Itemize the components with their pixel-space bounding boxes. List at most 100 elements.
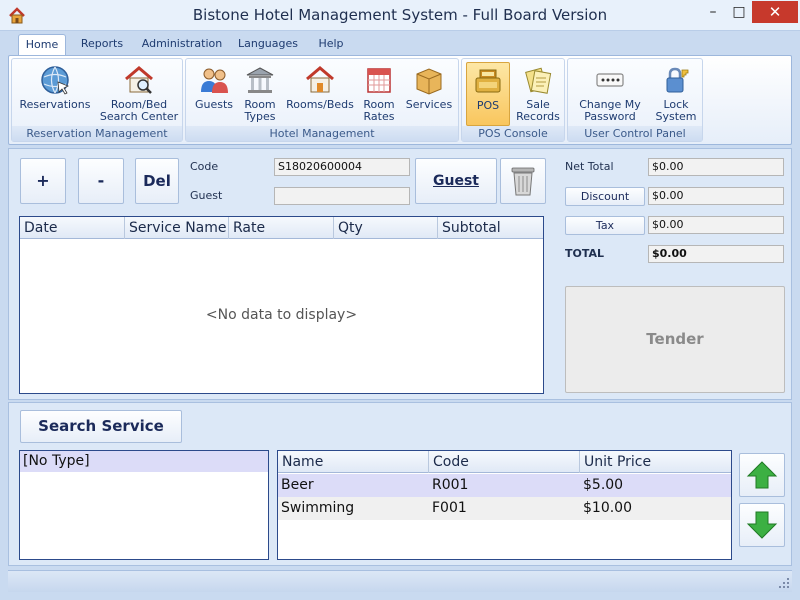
tab-languages[interactable]: Languages [234,34,302,56]
total-field: $0.00 [648,245,784,263]
column-date[interactable]: Date [20,217,125,239]
users-icon [201,68,228,93]
discount-field: $0.00 [648,187,784,205]
window-title: Bistone Hotel Management System - Full B… [192,6,608,24]
search-service-button[interactable]: Search Service [20,410,182,443]
tax-field: $0.00 [648,216,784,234]
building-icon [246,67,274,93]
discount-button[interactable]: Discount [565,187,645,206]
pos-label-1: POS [476,99,500,112]
tab-administration[interactable]: Administration [138,34,226,56]
guests-button[interactable]: Guests [192,62,236,126]
cash-register-icon [475,69,501,93]
service-name-cell: Swimming [281,500,355,516]
status-bar [8,570,792,592]
ribbon-tabs: Home Reports Administration Languages He… [8,32,792,56]
pos-button[interactable]: POS [466,62,510,126]
net-total-field: $0.00 [648,158,784,176]
order-grid[interactable]: Date Service Name Rate Qty Subtotal <No … [19,216,544,394]
code-label: Code [190,160,219,173]
remove-item-button[interactable]: - [78,158,124,204]
tab-home[interactable]: Home [18,34,66,56]
services-label-1: Services [405,98,453,111]
column-code[interactable]: Code [429,451,580,473]
room-bed-search-button[interactable]: Room/Bed Search Center [98,62,180,126]
column-unit-price[interactable]: Unit Price [580,451,731,473]
room-rates-label-2: Rates [363,110,395,123]
trash-button[interactable] [500,158,546,204]
arrow-up-icon [746,461,778,489]
trash-icon [511,167,535,196]
add-item-button[interactable]: + [20,158,66,204]
globe-icon [41,66,69,95]
room-types-label-2: Types [244,110,276,123]
resize-grip-icon[interactable] [778,577,790,589]
guest-label: Guest [190,189,223,202]
column-name[interactable]: Name [278,451,429,473]
box-icon [416,68,442,95]
change-password-button[interactable]: Change My Password [572,62,648,126]
total-label: TOTAL [565,247,605,260]
ribbon: Reservations Room/Bed Search Center Rese… [8,55,792,145]
house-icon [306,66,334,93]
room-types-button[interactable]: Room Types [238,62,282,126]
close-button[interactable]: ✕ [752,1,798,23]
service-grid[interactable]: Name Code Unit Price Beer R001 $5.00 Swi… [277,450,732,560]
minimize-button[interactable]: – [700,1,726,23]
lock-system-button[interactable]: Lock System [652,62,700,126]
table-row[interactable]: Swimming F001 $10.00 [278,497,731,520]
move-up-button[interactable] [739,453,785,497]
service-type-list[interactable]: [No Type] [19,450,269,560]
service-grid-header: Name Code Unit Price [278,451,731,473]
maximize-button[interactable]: □ [726,1,752,23]
group-label-hotel: Hotel Management [186,126,458,141]
arrow-down-icon [746,511,778,539]
guest-field[interactable] [274,187,410,205]
order-grid-header: Date Service Name Rate Qty Subtotal [20,217,543,239]
rooms-beds-button[interactable]: Rooms/Beds [286,62,354,126]
service-code-cell: F001 [432,500,467,516]
password-icon [596,73,624,87]
net-total-label: Net Total [565,160,614,173]
table-row[interactable]: Beer R001 $5.00 [278,474,731,497]
group-pos-console: POS Sale Records POS Console [461,58,565,142]
receipts-icon [525,67,552,94]
move-down-button[interactable] [739,503,785,547]
group-user-control-panel: Change My Password Lock System User Cont… [567,58,703,142]
tender-button[interactable]: Tender [565,286,785,393]
service-type-item[interactable]: [No Type] [20,451,268,472]
services-button[interactable]: Services [404,62,454,126]
title-bar: Bistone Hotel Management System - Full B… [0,0,800,31]
tab-reports[interactable]: Reports [74,34,130,56]
lock-system-label-2: System [655,110,697,123]
service-code-cell: R001 [432,477,469,493]
pos-panel: + - Del Code S18020600004 Guest Guest Da… [8,148,792,400]
tax-button[interactable]: Tax [565,216,645,235]
group-label-pos: POS Console [462,126,564,141]
guest-button[interactable]: Guest [415,158,497,204]
calendar-icon [367,68,391,93]
service-price-cell: $10.00 [583,500,632,516]
reservations-button[interactable]: Reservations [16,62,94,126]
house-search-icon [125,66,153,94]
services-panel: Search Service [No Type] Name Code Unit … [8,402,792,566]
group-label-reservation: Reservation Management [12,126,182,141]
guests-label-1: Guests [194,98,234,111]
delete-item-button[interactable]: Del [135,158,179,204]
room-rates-button[interactable]: Room Rates [358,62,400,126]
group-label-user-control: User Control Panel [568,126,702,141]
sale-records-label-2: Records [516,110,560,123]
sale-records-button[interactable]: Sale Records [514,62,562,126]
column-service-name[interactable]: Service Name [125,217,229,239]
group-hotel-management: Guests Room Types Rooms/Beds Room Rates … [185,58,459,142]
column-rate[interactable]: Rate [229,217,334,239]
tab-help[interactable]: Help [310,34,352,56]
empty-grid-text: <No data to display> [205,307,358,323]
service-name-cell: Beer [281,477,314,493]
group-reservation-management: Reservations Room/Bed Search Center Rese… [11,58,183,142]
column-subtotal[interactable]: Subtotal [438,217,543,239]
rooms-beds-label-1: Rooms/Beds [286,98,354,111]
code-field[interactable]: S18020600004 [274,158,410,176]
column-qty[interactable]: Qty [334,217,438,239]
service-price-cell: $5.00 [583,477,624,493]
